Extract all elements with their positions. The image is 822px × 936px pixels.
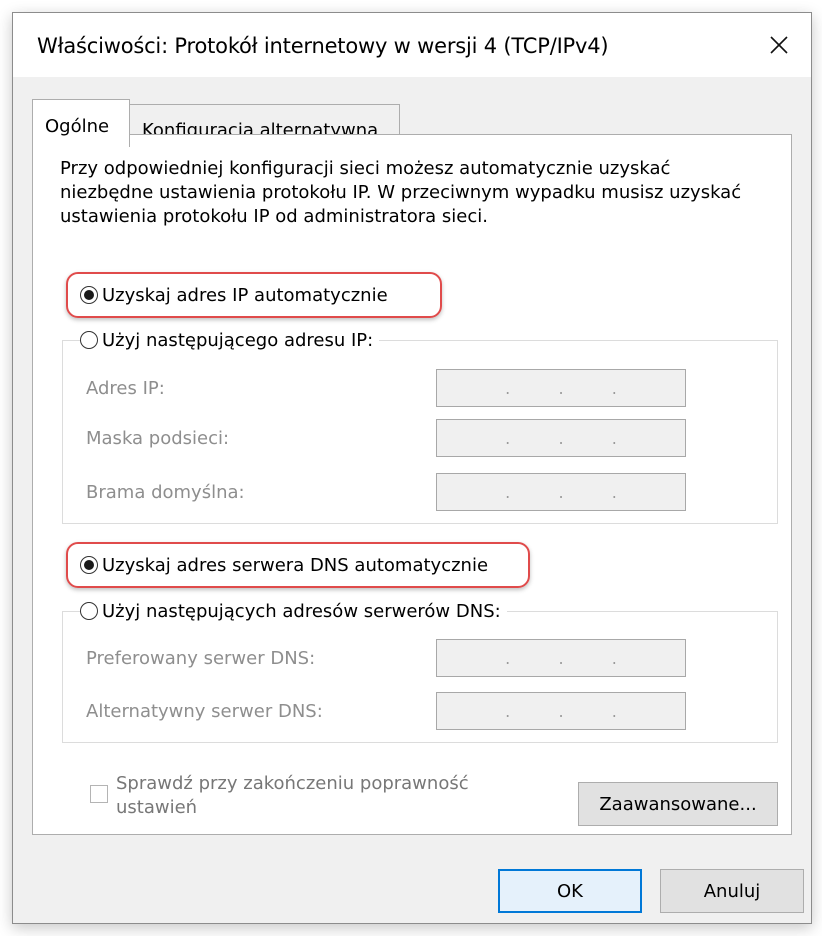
ok-button-label: OK	[557, 880, 583, 902]
alternate-dns-field[interactable]: ...	[436, 692, 686, 730]
dns-auto-label: Uzyskaj adres serwera DNS automatycznie	[102, 554, 489, 576]
ip-address-field[interactable]: ...	[436, 369, 686, 407]
default-gateway-label: Brama domyślna:	[86, 482, 245, 503]
advanced-button-label: Zaawansowane...	[599, 793, 757, 815]
intro-text: Przy odpowiedniej konfiguracji sieci moż…	[60, 158, 742, 227]
ip-auto-label: Uzyskaj adres IP automatycznie	[102, 284, 388, 306]
validate-settings-label: Sprawdź przy zakończeniu poprawność usta…	[116, 773, 469, 818]
alternate-dns-label: Alternatywny serwer DNS:	[86, 701, 323, 722]
preferred-dns-field[interactable]: ...	[436, 639, 686, 677]
ip-address-label: Adres IP:	[86, 378, 165, 399]
tab-general[interactable]: Ogólne	[32, 99, 130, 147]
ip-manual-label: Użyj następującego adresu IP:	[102, 329, 374, 351]
ip-auto-option[interactable]: Uzyskaj adres IP automatycznie	[80, 282, 394, 308]
dns-manual-radio[interactable]	[80, 602, 98, 620]
cancel-button-label: Anuluj	[703, 880, 761, 902]
dns-auto-radio[interactable]	[80, 556, 98, 574]
ok-button[interactable]: OK	[498, 869, 642, 913]
dialog-title: Właściwości: Protokół internetowy w wers…	[37, 34, 609, 58]
default-gateway-field[interactable]: ...	[436, 473, 686, 511]
subnet-mask-field[interactable]: ...	[436, 419, 686, 457]
ip-auto-radio[interactable]	[80, 286, 98, 304]
ip-manual-option[interactable]: Użyj następującego adresu IP:	[80, 327, 380, 353]
tab-general-label: Ogólne	[45, 116, 110, 137]
close-icon	[770, 36, 788, 54]
cancel-button[interactable]: Anuluj	[660, 869, 804, 913]
dns-auto-option[interactable]: Uzyskaj adres serwera DNS automatycznie	[80, 552, 495, 578]
advanced-button[interactable]: Zaawansowane...	[578, 782, 778, 826]
close-button[interactable]	[747, 13, 811, 77]
dns-manual-label: Użyj następujących adresów serwerów DNS:	[102, 600, 501, 622]
ip-manual-radio[interactable]	[80, 331, 98, 349]
subnet-mask-label: Maska podsieci:	[86, 428, 230, 449]
preferred-dns-label: Preferowany serwer DNS:	[86, 648, 316, 669]
title-bar: Właściwości: Protokół internetowy w wers…	[13, 13, 811, 77]
dns-manual-option[interactable]: Użyj następujących adresów serwerów DNS:	[80, 598, 507, 624]
validate-settings-checkbox[interactable]	[90, 785, 108, 803]
